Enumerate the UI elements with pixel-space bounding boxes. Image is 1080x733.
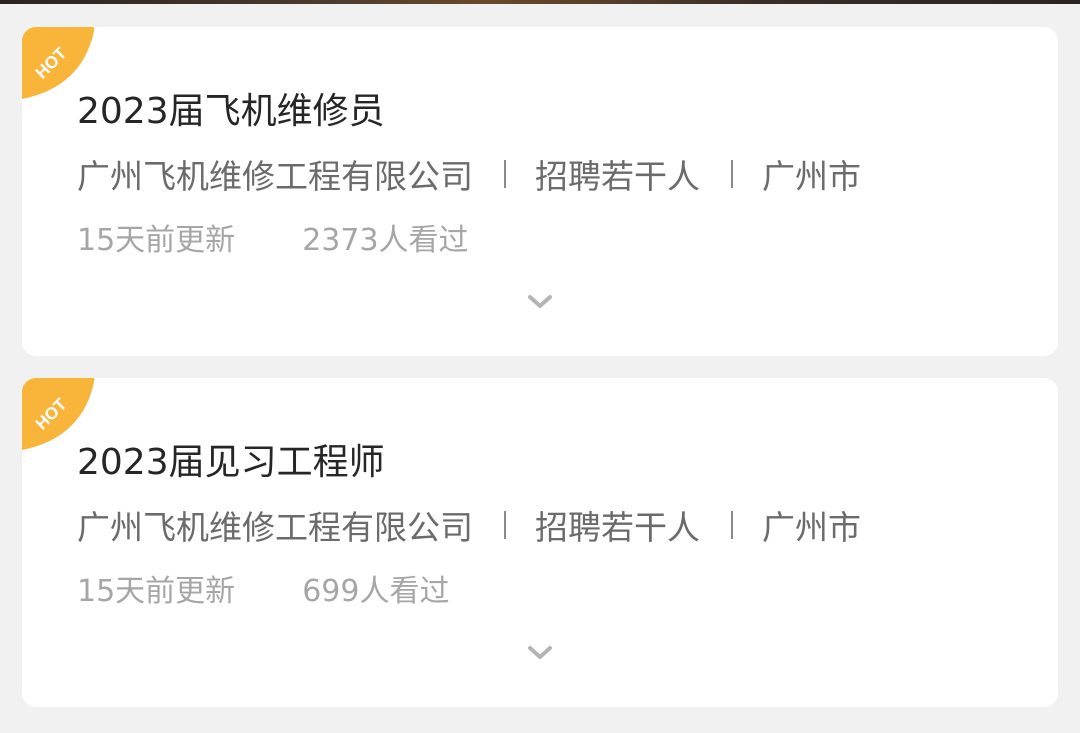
city: 广州市: [762, 157, 861, 196]
headcount: 招聘若干人: [535, 508, 700, 547]
separator: [731, 160, 733, 188]
job-card[interactable]: HOT 2023届见习工程师 广州飞机维修工程有限公司 招聘若干人 广州市 15…: [22, 378, 1058, 707]
expand-button[interactable]: [522, 289, 558, 315]
separator: [731, 511, 733, 539]
chevron-down-icon: [528, 646, 552, 659]
job-meta: 广州飞机维修工程有限公司 招聘若干人 广州市: [77, 153, 861, 196]
job-meta: 广州飞机维修工程有限公司 招聘若干人 广州市: [77, 504, 861, 547]
chevron-down-icon: [528, 295, 552, 308]
view-count: 2373人看过: [302, 223, 469, 258]
expand-button[interactable]: [522, 640, 558, 666]
job-title[interactable]: 2023届见习工程师: [77, 440, 385, 486]
view-count: 699人看过: [302, 574, 450, 609]
separator: [504, 160, 506, 188]
company-name: 广州飞机维修工程有限公司: [77, 157, 473, 196]
company-name: 广州飞机维修工程有限公司: [77, 508, 473, 547]
job-title[interactable]: 2023届飞机维修员: [77, 89, 385, 135]
updated-time: 15天前更新: [77, 223, 236, 258]
city: 广州市: [762, 508, 861, 547]
top-image-strip: [0, 0, 1080, 4]
headcount: 招聘若干人: [535, 157, 700, 196]
job-card[interactable]: HOT 2023届飞机维修员 广州飞机维修工程有限公司 招聘若干人 广州市 15…: [22, 27, 1058, 356]
separator: [504, 511, 506, 539]
job-stats: 15天前更新 2373人看过: [77, 217, 469, 258]
job-stats: 15天前更新 699人看过: [77, 568, 450, 609]
updated-time: 15天前更新: [77, 574, 236, 609]
